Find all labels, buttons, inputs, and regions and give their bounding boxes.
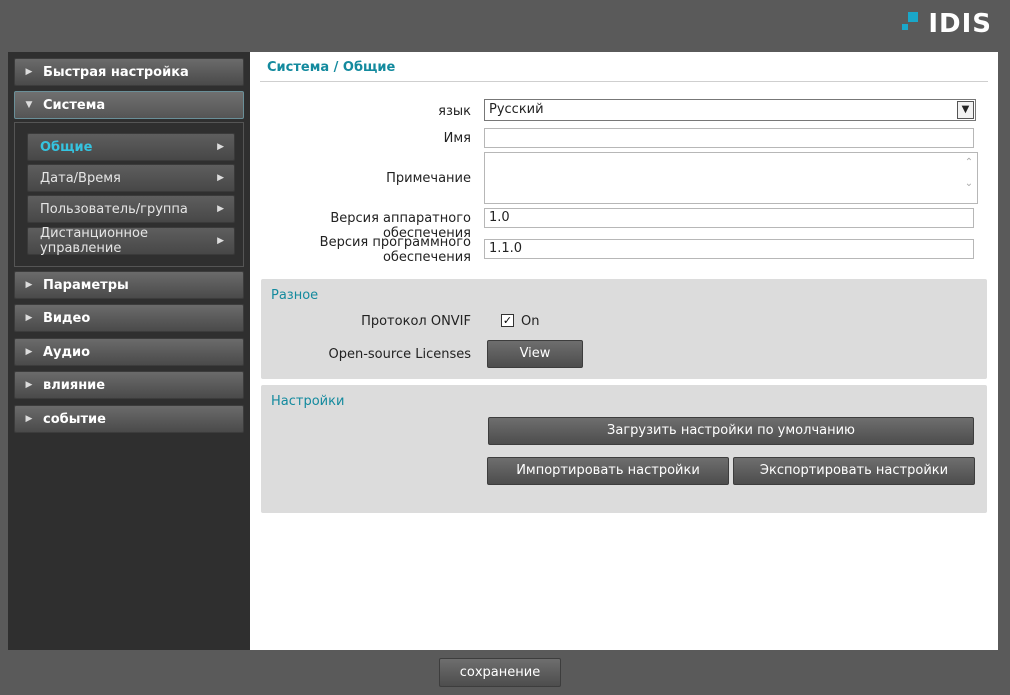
onvif-checkbox-label: On <box>521 314 540 329</box>
sidebar-item-event[interactable]: ▶ событие <box>14 405 244 433</box>
scroll-down-icon: ⌄ <box>964 178 974 189</box>
content-panel: Система / Общие язык Русский ▼ Имя Приме… <box>250 52 998 650</box>
language-select[interactable]: Русский ▼ <box>484 99 976 121</box>
view-licenses-button[interactable]: View <box>487 340 583 368</box>
page-title: Система / Общие <box>267 60 396 75</box>
note-label: Примечание <box>386 171 471 186</box>
load-default-settings-button[interactable]: Загрузить настройки по умолчанию <box>488 417 974 445</box>
settings-section: Настройки Загрузить настройки по умолчан… <box>261 385 987 513</box>
scroll-up-icon: ⌃ <box>964 157 974 168</box>
sw-version-field[interactable]: 1.1.0 <box>484 239 974 259</box>
logo-mark-icon <box>902 12 924 36</box>
sidebar-item-parameters[interactable]: ▶ Параметры <box>14 271 244 299</box>
sidebar: ▶ Быстрая настройка ▼ Система Общие ▶ Да… <box>8 52 249 650</box>
sidebar-item-label: Видео <box>43 310 91 326</box>
chevron-right-icon: ▶ <box>217 204 224 214</box>
submenu-item-remote-control[interactable]: Дистанционное управление ▶ <box>27 226 235 256</box>
chevron-right-icon: ▶ <box>25 380 33 390</box>
submenu-item-user-group[interactable]: Пользователь/группа ▶ <box>27 195 235 223</box>
import-settings-button[interactable]: Импортировать настройки <box>487 457 729 485</box>
sidebar-item-video[interactable]: ▶ Видео <box>14 304 244 332</box>
submenu-item-datetime[interactable]: Дата/Время ▶ <box>27 164 235 192</box>
chevron-right-icon: ▶ <box>25 67 33 77</box>
idis-logo: IDIS <box>902 6 992 42</box>
onvif-checkbox[interactable]: ✓ <box>501 314 514 327</box>
submenu-item-general[interactable]: Общие ▶ <box>27 133 235 161</box>
misc-section-title: Разное <box>271 288 319 303</box>
sidebar-item-impact[interactable]: ▶ влияние <box>14 371 244 399</box>
sidebar-item-label: Быстрая настройка <box>43 64 189 80</box>
textarea-scrollbar[interactable]: ⌃ ⌄ <box>961 153 977 203</box>
logo-text: IDIS <box>928 9 992 39</box>
submenu-item-label: Дистанционное управление <box>40 226 148 256</box>
onvif-label: Протокол ONVIF <box>361 314 471 329</box>
export-settings-button[interactable]: Экспортировать настройки <box>733 457 975 485</box>
submenu-item-label: Общие <box>40 139 93 155</box>
main-frame: ▶ Быстрая настройка ▼ Система Общие ▶ Да… <box>8 52 998 650</box>
chevron-right-icon: ▶ <box>25 280 33 290</box>
chevron-right-icon: ▶ <box>25 414 33 424</box>
licenses-label: Open-source Licenses <box>328 347 472 362</box>
chevron-right-icon: ▶ <box>217 236 224 246</box>
name-input[interactable] <box>484 128 974 148</box>
sidebar-item-audio[interactable]: ▶ Аудио <box>14 338 244 366</box>
note-textarea[interactable]: ⌃ ⌄ <box>484 152 978 204</box>
submenu-item-label: Пользователь/группа <box>40 201 188 217</box>
save-button[interactable]: сохранение <box>439 658 561 687</box>
sidebar-item-label: Параметры <box>43 277 129 293</box>
sw-version-label: Версия программного обеспечения <box>319 235 471 265</box>
submenu-item-label: Дата/Время <box>40 170 121 186</box>
sidebar-item-label: Аудио <box>43 344 91 360</box>
sidebar-item-label: влияние <box>43 377 106 393</box>
chevron-right-icon: ▶ <box>217 173 224 183</box>
title-divider <box>260 81 988 82</box>
settings-section-title: Настройки <box>271 394 345 409</box>
chevron-down-icon: ▼ <box>25 100 33 110</box>
sidebar-item-system[interactable]: ▼ Система <box>14 91 244 119</box>
hw-version-field[interactable]: 1.0 <box>484 208 974 228</box>
sidebar-item-quick-setup[interactable]: ▶ Быстрая настройка <box>14 58 244 86</box>
sidebar-item-label: Система <box>43 97 106 113</box>
language-label: язык <box>438 104 471 119</box>
name-label: Имя <box>443 131 471 146</box>
chevron-right-icon: ▶ <box>25 347 33 357</box>
sidebar-item-label: событие <box>43 411 106 427</box>
chevron-right-icon: ▶ <box>25 313 33 323</box>
chevron-right-icon: ▶ <box>217 142 224 152</box>
misc-section: Разное Протокол ONVIF ✓ On Open-source L… <box>261 279 987 379</box>
language-select-value: Русский <box>489 102 544 117</box>
system-submenu: Общие ▶ Дата/Время ▶ Пользователь/группа… <box>14 122 244 267</box>
chevron-down-icon[interactable]: ▼ <box>957 101 974 119</box>
